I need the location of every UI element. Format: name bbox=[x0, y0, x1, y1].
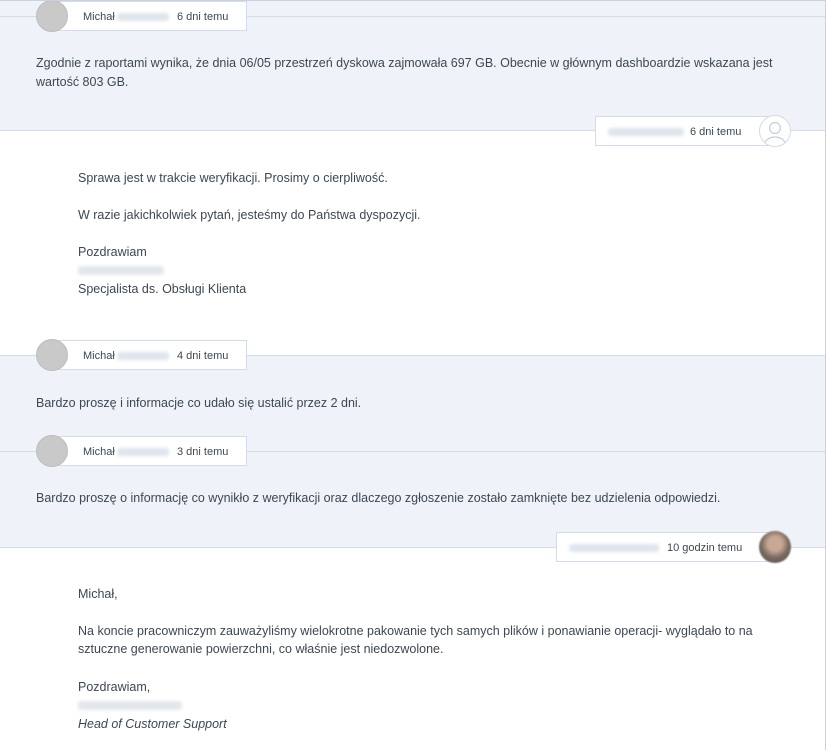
message-time: 10 godzin temu bbox=[667, 542, 743, 554]
message-text: Zgodnie z raportami wynika, że dnia 06/0… bbox=[36, 56, 773, 70]
author-name: Michał bbox=[83, 350, 115, 362]
author-tag-2: 6 dni temu bbox=[595, 116, 775, 146]
signature-name-redacted bbox=[78, 266, 164, 275]
signature-role: Specjalista ds. Obsługi Klienta bbox=[78, 282, 247, 296]
user-avatar-icon bbox=[36, 339, 68, 371]
user-avatar-icon bbox=[36, 435, 68, 467]
signature-role: Head of Customer Support bbox=[78, 717, 227, 731]
signature-greeting: Pozdrawiam, bbox=[78, 680, 151, 694]
message-text: Na koncie pracowniczym zauważyliśmy wiel… bbox=[78, 624, 753, 638]
message-text: Bardzo proszę i informacje co udało się … bbox=[36, 396, 362, 410]
user-avatar-icon bbox=[759, 531, 791, 563]
message-text: W razie jakichkolwiek pytań, jesteśmy do… bbox=[78, 208, 421, 222]
user-avatar-icon bbox=[36, 1, 68, 32]
message-time: 4 dni temu bbox=[177, 350, 229, 362]
author-surname-redacted bbox=[117, 448, 169, 456]
author-tag-5: 10 godzin temu bbox=[556, 532, 775, 562]
user-avatar-icon bbox=[759, 115, 791, 147]
ticket-conversation: Michał 6 dni temu Zgodnie z raportami wy… bbox=[0, 0, 826, 750]
author-name-redacted bbox=[608, 128, 684, 136]
message-text: Sprawa jest w trakcie weryfikacji. Prosi… bbox=[78, 171, 388, 185]
author-surname-redacted bbox=[117, 352, 169, 360]
author-tag-3: Michał 4 dni temu bbox=[52, 340, 247, 370]
message-time: 6 dni temu bbox=[177, 11, 229, 23]
message-time: 6 dni temu bbox=[690, 126, 742, 138]
author-surname-redacted bbox=[117, 13, 169, 21]
message-text: Michał, bbox=[78, 587, 118, 601]
message-text: Bardzo proszę o informację co wynikło z … bbox=[36, 491, 721, 505]
message-text-continued: sztuczne generowanie powierzchni, co wła… bbox=[78, 642, 444, 656]
author-name-redacted bbox=[569, 544, 659, 552]
signature-greeting: Pozdrawiam bbox=[78, 245, 147, 259]
author-name: Michał bbox=[83, 446, 115, 458]
author-tag-4: Michał 3 dni temu bbox=[52, 436, 247, 466]
message-time: 3 dni temu bbox=[177, 446, 229, 458]
author-tag-1: Michał 6 dni temu bbox=[52, 1, 247, 31]
signature-name-redacted bbox=[78, 701, 182, 710]
message-text-continued: wartość 803 GB. bbox=[36, 75, 129, 89]
author-name: Michał bbox=[83, 11, 115, 23]
